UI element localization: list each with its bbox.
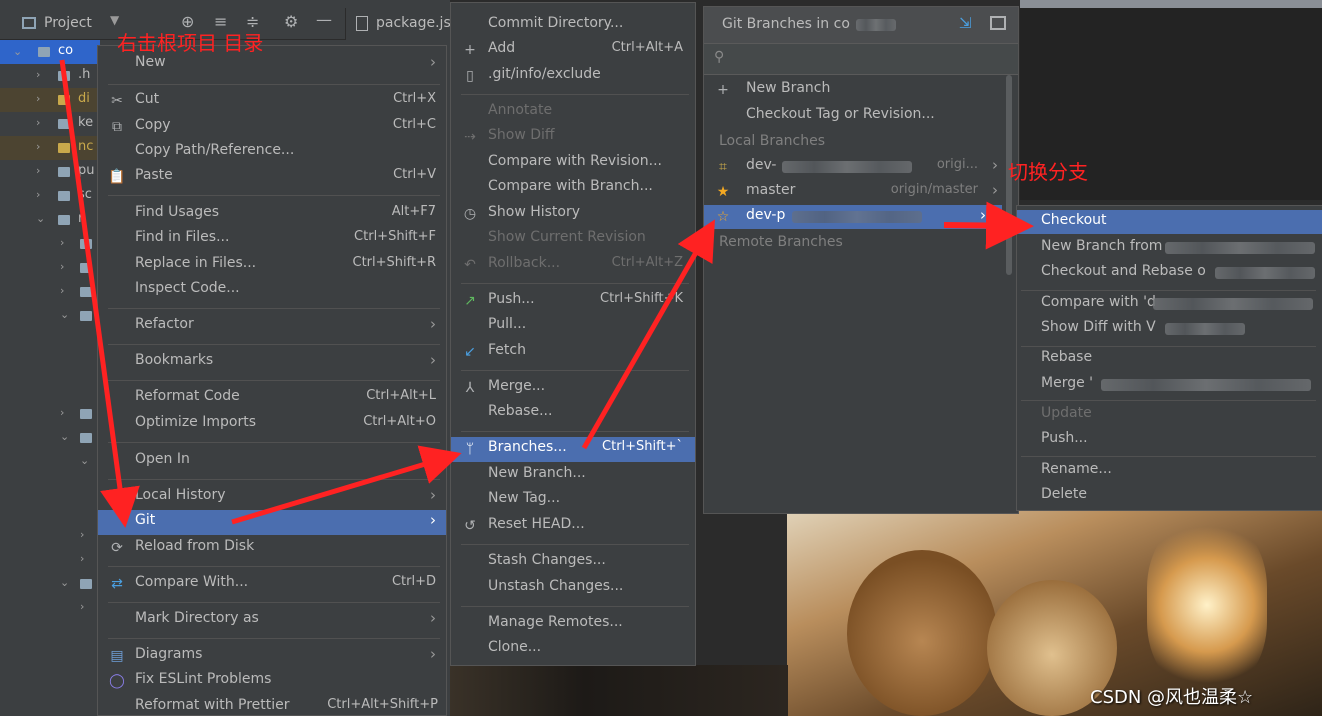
arrow-to-checkout	[943, 201, 1034, 250]
arrow-to-git	[59, 59, 140, 528]
watermark: CSDN @风也温柔☆	[1090, 687, 1254, 708]
annotation-arrows	[59, 59, 1034, 528]
arrow-to-branches	[231, 445, 462, 525]
arrow-to-branch	[581, 219, 715, 450]
